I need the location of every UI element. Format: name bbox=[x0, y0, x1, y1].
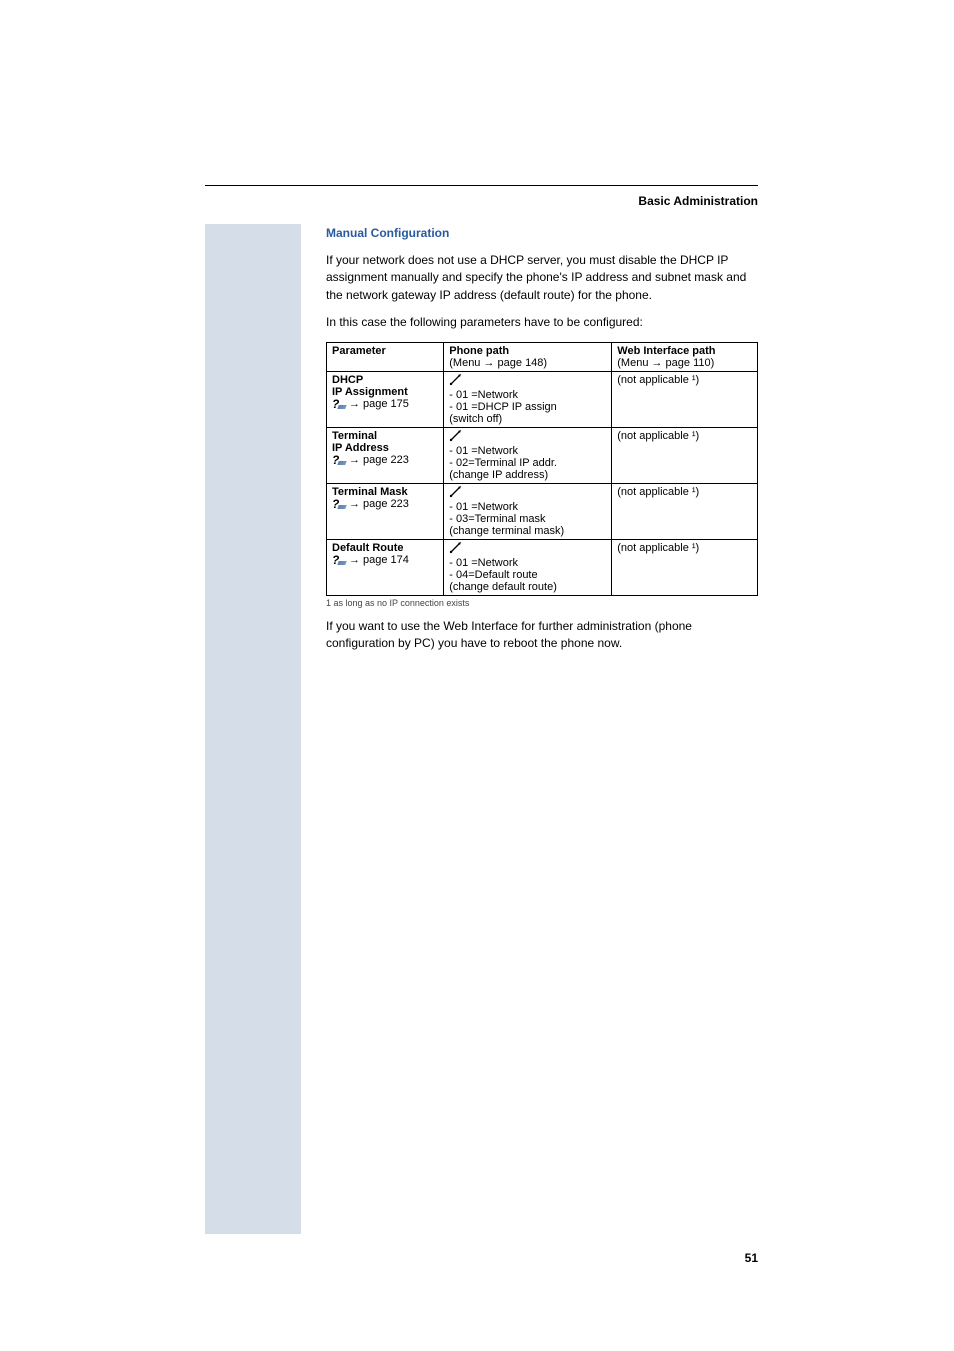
cell-parameter: TerminalIP Address → page 223 bbox=[327, 427, 444, 483]
screwdriver-icon bbox=[449, 374, 463, 386]
cell-phone-path: - 01 =Network- 01 =DHCP IP assign(switch… bbox=[444, 371, 612, 427]
cell-parameter: Default Route → page 174 bbox=[327, 539, 444, 595]
header-title: Basic Administration bbox=[638, 194, 758, 208]
section-heading: Manual Configuration bbox=[326, 226, 758, 240]
cell-phone-path: - 01 =Network- 04=Default route(change d… bbox=[444, 539, 612, 595]
content-area: Manual Configuration If your network doe… bbox=[326, 226, 758, 662]
table-row: DHCPIP Assignment → page 175- 01 =Networ… bbox=[327, 371, 758, 427]
page-reference: → page 223 bbox=[332, 498, 409, 510]
page-reference: → page 174 bbox=[332, 554, 409, 566]
parameter-table: Parameter Phone path (Menu → page 148) W… bbox=[326, 342, 758, 596]
table-row: Default Route → page 174- 01 =Network- 0… bbox=[327, 539, 758, 595]
question-icon bbox=[332, 398, 346, 410]
cell-web-path: (not applicable ¹) bbox=[612, 539, 758, 595]
cell-parameter: DHCPIP Assignment → page 175 bbox=[327, 371, 444, 427]
page-number: 51 bbox=[745, 1251, 758, 1265]
table-row: Terminal Mask → page 223- 01 =Network- 0… bbox=[327, 483, 758, 539]
intro-paragraph: If your network does not use a DHCP serv… bbox=[326, 252, 758, 304]
cell-phone-path: - 01 =Network- 03=Terminal mask(change t… bbox=[444, 483, 612, 539]
table-footnote: 1 as long as no IP connection exists bbox=[326, 598, 758, 608]
cell-parameter: Terminal Mask → page 223 bbox=[327, 483, 444, 539]
screwdriver-icon bbox=[449, 542, 463, 554]
question-icon bbox=[332, 498, 346, 510]
cell-phone-path: - 01 =Network- 02=Terminal IP addr.(chan… bbox=[444, 427, 612, 483]
question-icon bbox=[332, 554, 346, 566]
screwdriver-icon bbox=[449, 430, 463, 442]
lead-paragraph: In this case the following parameters ha… bbox=[326, 314, 758, 331]
cell-web-path: (not applicable ¹) bbox=[612, 483, 758, 539]
cell-web-path: (not applicable ¹) bbox=[612, 427, 758, 483]
question-icon bbox=[332, 454, 346, 466]
header-bar: Basic Administration bbox=[205, 185, 758, 210]
table-row: TerminalIP Address → page 223- 01 =Netwo… bbox=[327, 427, 758, 483]
th-parameter: Parameter bbox=[327, 342, 444, 371]
closing-paragraph: If you want to use the Web Interface for… bbox=[326, 618, 758, 653]
screwdriver-icon bbox=[449, 486, 463, 498]
th-phone-path: Phone path (Menu → page 148) bbox=[444, 342, 612, 371]
page-reference: → page 175 bbox=[332, 398, 409, 410]
sidebar-column bbox=[205, 224, 301, 1234]
cell-web-path: (not applicable ¹) bbox=[612, 371, 758, 427]
page-reference: → page 223 bbox=[332, 454, 409, 466]
th-web-path: Web Interface path (Menu → page 110) bbox=[612, 342, 758, 371]
